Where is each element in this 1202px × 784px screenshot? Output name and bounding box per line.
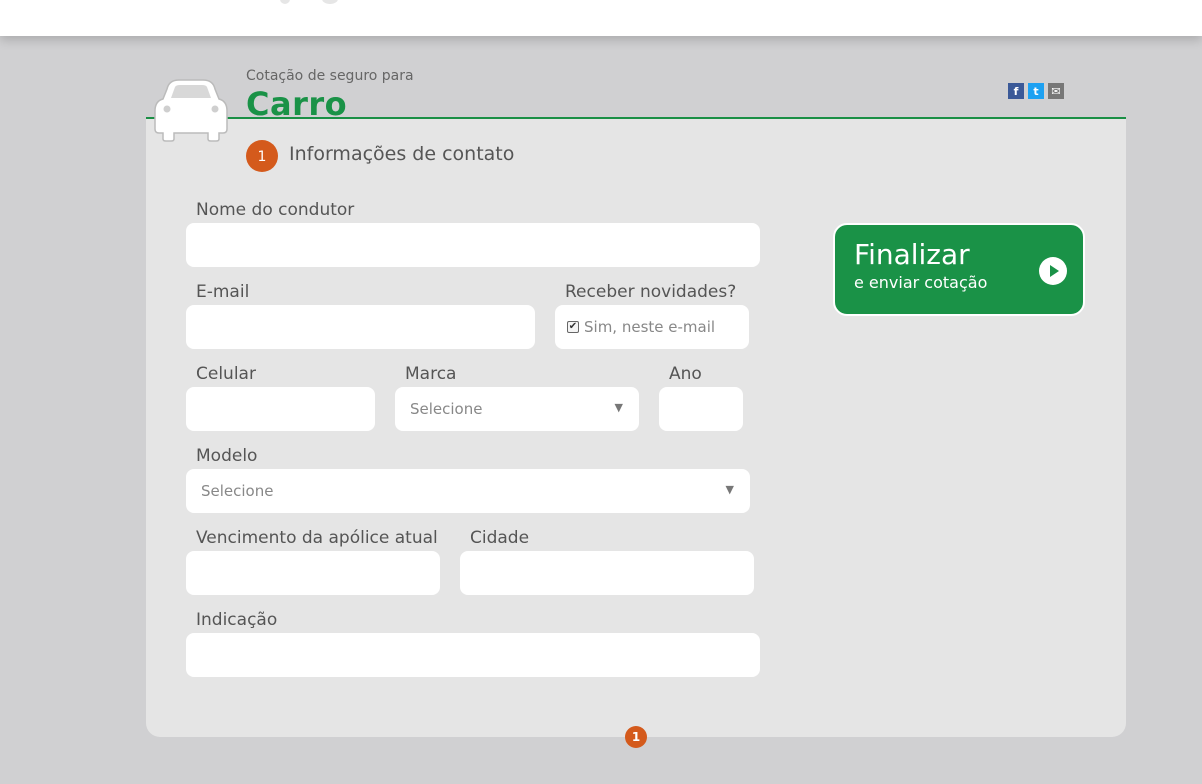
email-label: E-mail [196, 282, 250, 302]
logo-fragment [322, 0, 338, 4]
step-badge: 1 [246, 140, 278, 172]
modelo-select[interactable]: Selecione ▼ [186, 469, 750, 513]
novidades-label: Receber novidades? [565, 282, 737, 302]
step-title: Informações de contato [289, 143, 515, 165]
marca-value: Selecione [410, 400, 483, 418]
share-links: f t ✉ [1008, 83, 1064, 99]
car-icon [154, 79, 228, 142]
facebook-icon[interactable]: f [1008, 83, 1024, 99]
email-icon[interactable]: ✉ [1048, 83, 1064, 99]
marca-select[interactable]: Selecione ▼ [395, 387, 639, 431]
play-icon [1039, 257, 1067, 285]
vencimento-input[interactable] [186, 551, 440, 595]
marca-label: Marca [405, 364, 457, 384]
finalize-button[interactable]: Finalizar e enviar cotação [833, 223, 1085, 316]
nome-input[interactable] [186, 223, 760, 267]
twitter-icon[interactable]: t [1028, 83, 1044, 99]
ano-input[interactable] [659, 387, 743, 431]
cidade-label: Cidade [470, 528, 530, 548]
celular-input[interactable] [186, 387, 375, 431]
celular-label: Celular [196, 364, 256, 384]
ano-label: Ano [669, 364, 702, 384]
novidades-option-label: Sim, neste e-mail [584, 318, 716, 336]
indicacao-label: Indicação [196, 610, 278, 630]
novidades-checkbox[interactable]: ✔ Sim, neste e-mail [555, 305, 749, 349]
modelo-label: Modelo [196, 446, 258, 466]
dropdown-arrow-icon: ▼ [725, 483, 734, 496]
indicacao-input[interactable] [186, 633, 760, 677]
top-bar [0, 0, 1202, 36]
cidade-input[interactable] [460, 551, 754, 595]
modelo-value: Selecione [201, 482, 274, 500]
nome-label: Nome do condutor [196, 200, 355, 220]
checkbox-checked-icon[interactable]: ✔ [567, 321, 579, 333]
step-pager-dot[interactable]: 1 [625, 726, 647, 748]
page-subtitle: Cotação de seguro para [246, 68, 414, 84]
page-title: Carro [246, 85, 348, 123]
vencimento-label: Vencimento da apólice atual [196, 528, 438, 548]
dropdown-arrow-icon: ▼ [614, 401, 623, 414]
logo-fragment [280, 0, 290, 4]
email-input[interactable] [186, 305, 535, 349]
